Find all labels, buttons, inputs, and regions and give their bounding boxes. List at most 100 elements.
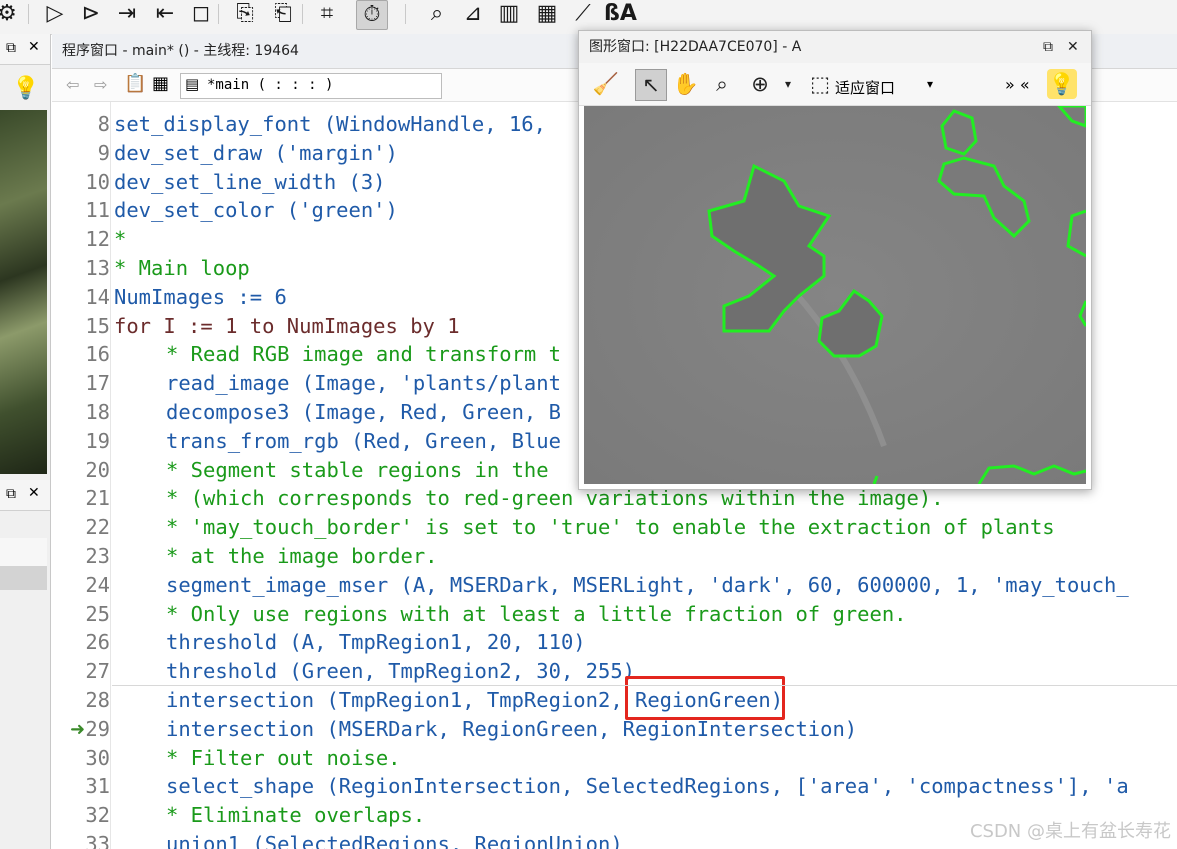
dock-header: ⧉ ✕ — [0, 480, 50, 511]
grid-icon[interactable]: ▦ — [152, 73, 169, 94]
toolbar-separator — [302, 4, 303, 24]
procedure-selector[interactable]: ▤ *main ( : : : ) — [180, 73, 442, 99]
code-line[interactable]: * Only use regions with at least a littl… — [166, 600, 907, 629]
code-line[interactable]: * Filter out noise. — [166, 744, 401, 773]
float-icon[interactable]: ⧉ — [1043, 31, 1053, 63]
feature-inspection-icon[interactable]: ⟋ — [568, 0, 598, 28]
procedure-icon: ▤ — [185, 75, 200, 93]
line-number: 15 — [85, 313, 110, 338]
feature-histogram-icon[interactable]: ▦ — [532, 0, 562, 28]
fit-window-label[interactable]: 适应窗口 — [835, 77, 895, 98]
line-number: 21 — [85, 486, 110, 511]
close-icon[interactable]: ✕ — [28, 39, 40, 55]
float-icon[interactable]: ⧉ — [6, 486, 16, 502]
toolbar-separator — [218, 4, 219, 24]
line-number: 22 — [85, 515, 110, 540]
line-number: 11 — [85, 198, 110, 223]
pointer-icon[interactable]: ↖ — [635, 69, 667, 101]
timer-icon[interactable]: ⏱ — [356, 0, 388, 30]
line-number: 31 — [85, 774, 110, 799]
line-number: 24 — [85, 572, 110, 597]
line-number: 19 — [85, 428, 110, 453]
close-icon[interactable]: ✕ — [1067, 31, 1079, 63]
line-number: 26 — [85, 630, 110, 655]
toolbar-separator — [28, 4, 29, 24]
line-number: 30 — [85, 745, 110, 770]
reset-procedure-icon[interactable]: ⎗ — [268, 0, 298, 28]
code-line[interactable]: NumImages := 6 — [114, 283, 287, 312]
code-line[interactable]: trans_from_rgb (Red, Green, Blue — [166, 427, 561, 456]
dock-header: ⧉ ✕ — [0, 34, 50, 65]
code-line[interactable]: decompose3 (Image, Red, Green, B — [166, 398, 561, 427]
code-line[interactable]: dev_set_color ('green') — [114, 196, 398, 225]
step-over-icon[interactable]: ⊳ — [76, 0, 106, 28]
code-line[interactable]: * Segment stable regions in the — [166, 456, 549, 485]
forward-icon[interactable]: ⇨ — [94, 75, 107, 94]
histogram-icon[interactable]: ▥ — [494, 0, 524, 28]
procedure-label: *main ( : : : ) — [207, 77, 334, 93]
fit-dropdown-icon[interactable]: ▾ — [927, 77, 933, 91]
graphics-window-title-text: 图形窗口: [H22DAA7CE070] - A — [589, 39, 802, 55]
fit-window-icon[interactable]: ⬚ — [805, 69, 835, 99]
step-out-icon[interactable]: ⇤ — [150, 0, 180, 28]
line-number: 9 — [97, 140, 110, 165]
code-line[interactable]: * at the image border. — [166, 542, 438, 571]
line-number: 33 — [85, 832, 110, 849]
line-number: 14 — [85, 284, 110, 309]
float-icon[interactable]: ⧉ — [6, 40, 16, 56]
magnify-icon[interactable]: ⌕ — [707, 69, 737, 99]
code-line[interactable]: * Read RGB image and transform t — [166, 340, 561, 369]
back-icon[interactable]: ⇦ — [66, 75, 79, 94]
line-number: 10 — [85, 169, 110, 194]
code-line[interactable]: read_image (Image, 'plants/plant — [166, 369, 561, 398]
zoom-in-icon[interactable]: ⊕ — [745, 69, 775, 99]
zoom-icon[interactable]: ⌕ — [422, 0, 452, 28]
program-window-title-text: 程序窗口 - main* () - 主线程: 19464 — [62, 43, 299, 59]
code-line[interactable]: * Main loop — [114, 254, 250, 283]
code-line[interactable]: union1 (SelectedRegions, RegionUnion) — [166, 830, 623, 849]
code-line[interactable]: threshold (Green, TmpRegion2, 30, 255) — [166, 657, 635, 686]
left-dock: ⧉ ✕ 💡 ⧉ ✕ — [0, 34, 51, 849]
line-number: 17 — [85, 371, 110, 396]
line-number: 18 — [85, 400, 110, 424]
reset-program-icon[interactable]: ⎘ — [230, 0, 260, 28]
code-line[interactable]: * Eliminate overlaps. — [166, 801, 425, 830]
list-item-selected[interactable] — [0, 566, 47, 590]
line-number: 13 — [85, 256, 110, 280]
close-icon[interactable]: ✕ — [28, 485, 40, 501]
code-line[interactable]: * 'may_touch_border' is set to 'true' to… — [166, 513, 1055, 542]
profiler-icon[interactable]: ⌗ — [312, 0, 342, 28]
cursor-line-separator — [112, 685, 1177, 686]
run-icon[interactable]: ▷ — [40, 0, 70, 28]
code-line[interactable]: dev_set_draw ('margin') — [114, 139, 398, 168]
watermark: CSDN @桌上有盆长寿花 — [969, 821, 1171, 842]
graphics-toolbar: 🧹 ↖ ✋ ⌕ ⊕ ▾ ⬚ 适应窗口 ▾ » « 💡 — [579, 63, 1091, 106]
overflow-icon[interactable]: » « — [1005, 75, 1030, 94]
code-line[interactable]: threshold (A, TmpRegion1, 20, 110) — [166, 628, 586, 657]
step-into-icon[interactable]: ⇥ — [112, 0, 142, 28]
graphics-window-title: 图形窗口: [H22DAA7CE070] - A ⧉ ✕ — [579, 31, 1091, 63]
lightbulb-icon[interactable]: 💡 — [1047, 69, 1077, 99]
clipboard-icon[interactable]: 📋 — [124, 73, 146, 94]
image-canvas[interactable] — [584, 104, 1088, 485]
line-number: 12 — [85, 227, 110, 252]
image-thumbnail — [0, 110, 47, 474]
reset-icon[interactable]: ⚙ — [0, 0, 22, 28]
chevron-down-icon[interactable]: ▾ — [773, 69, 803, 99]
line-profile-icon[interactable]: ⊿ — [458, 0, 488, 28]
line-number: 16 — [85, 342, 110, 367]
font-icon[interactable]: ßA — [604, 0, 637, 28]
code-line[interactable]: * — [114, 225, 126, 254]
code-line[interactable]: for I := 1 to NumImages by 1 — [114, 312, 460, 341]
hand-icon[interactable]: ✋ — [671, 69, 701, 99]
code-line[interactable]: select_shape (RegionIntersection, Select… — [166, 772, 1129, 801]
line-number: 8 — [97, 112, 110, 136]
clear-icon[interactable]: 🧹 — [591, 69, 621, 99]
code-line[interactable]: segment_image_mser (A, MSERDark, MSERLig… — [166, 571, 1129, 600]
lightbulb-icon[interactable]: 💡 — [12, 76, 39, 101]
line-number: 23 — [85, 544, 110, 568]
code-line[interactable]: set_display_font (WindowHandle, 16, — [114, 110, 546, 139]
stop-icon[interactable]: ◻ — [186, 0, 216, 28]
code-line[interactable]: dev_set_line_width (3) — [114, 168, 386, 197]
list-item[interactable] — [0, 538, 47, 566]
